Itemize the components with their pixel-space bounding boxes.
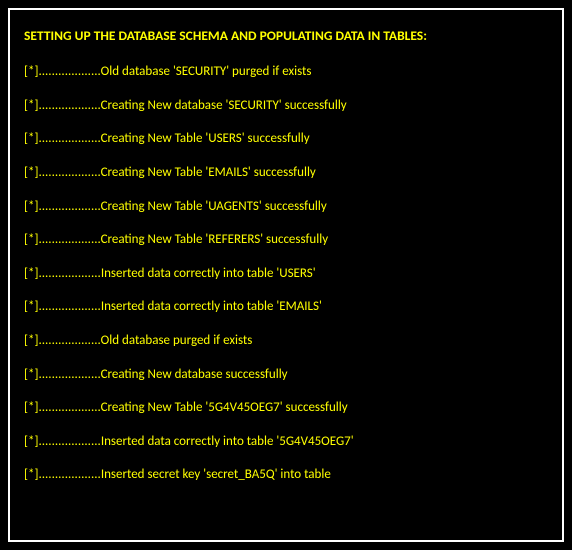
log-line: [*]...................Creating New Table… [24, 199, 548, 215]
log-line: [*]...................Creating New Table… [24, 232, 548, 248]
log-line: [*]...................Creating New Table… [24, 131, 548, 147]
log-message: Creating New Table '5G4V45OEG7' successf… [101, 400, 348, 415]
log-prefix: [*]................... [24, 367, 101, 382]
log-message: Inserted data correctly into table 'USER… [101, 266, 316, 281]
log-prefix: [*]................... [24, 131, 101, 146]
log-message: Inserted secret key 'secret_BA5Q' into t… [101, 467, 331, 482]
log-prefix: [*]................... [24, 400, 101, 415]
log-prefix: [*]................... [24, 165, 101, 180]
log-line: [*]...................Inserted data corr… [24, 266, 548, 282]
log-line: [*]...................Inserted data corr… [24, 299, 548, 315]
log-prefix: [*]................... [24, 434, 101, 449]
log-message: Creating New database successfully [101, 367, 288, 382]
log-line: [*]...................Inserted data corr… [24, 434, 548, 450]
log-message: Creating New database 'SECURITY' success… [101, 98, 347, 113]
output-panel: SETTING UP THE DATABASE SCHEMA AND POPUL… [8, 8, 564, 542]
log-output: [*]...................Old database 'SECU… [24, 64, 548, 483]
log-message: Inserted data correctly into table '5G4V… [101, 434, 354, 449]
log-message: Old database 'SECURITY' purged if exists [101, 64, 312, 79]
log-line: [*]...................Old database 'SECU… [24, 64, 548, 80]
log-line: [*]...................Inserted secret ke… [24, 467, 548, 483]
log-message: Creating New Table 'EMAILS' successfully [101, 165, 316, 180]
log-prefix: [*]................... [24, 199, 101, 214]
log-message: Creating New Table 'REFERERS' successful… [101, 232, 329, 247]
log-line: [*]...................Creating New Table… [24, 400, 548, 416]
log-line: [*]...................Old database purge… [24, 333, 548, 349]
log-line: [*]...................Creating New Table… [24, 165, 548, 181]
log-prefix: [*]................... [24, 98, 101, 113]
log-message: Creating New Table 'UAGENTS' successfull… [101, 199, 327, 214]
log-prefix: [*]................... [24, 64, 101, 79]
log-prefix: [*]................... [24, 232, 101, 247]
log-message: Inserted data correctly into table 'EMAI… [101, 299, 322, 314]
log-prefix: [*]................... [24, 333, 101, 348]
log-prefix: [*]................... [24, 467, 101, 482]
log-message: Creating New Table 'USERS' successfully [101, 131, 310, 146]
log-prefix: [*]................... [24, 266, 101, 281]
log-prefix: [*]................... [24, 299, 101, 314]
log-line: [*]...................Creating New datab… [24, 367, 548, 383]
window-frame: SETTING UP THE DATABASE SCHEMA AND POPUL… [0, 0, 572, 550]
log-line: [*]...................Creating New datab… [24, 98, 548, 114]
setup-heading: SETTING UP THE DATABASE SCHEMA AND POPUL… [24, 28, 548, 44]
log-message: Old database purged if exists [101, 333, 253, 348]
